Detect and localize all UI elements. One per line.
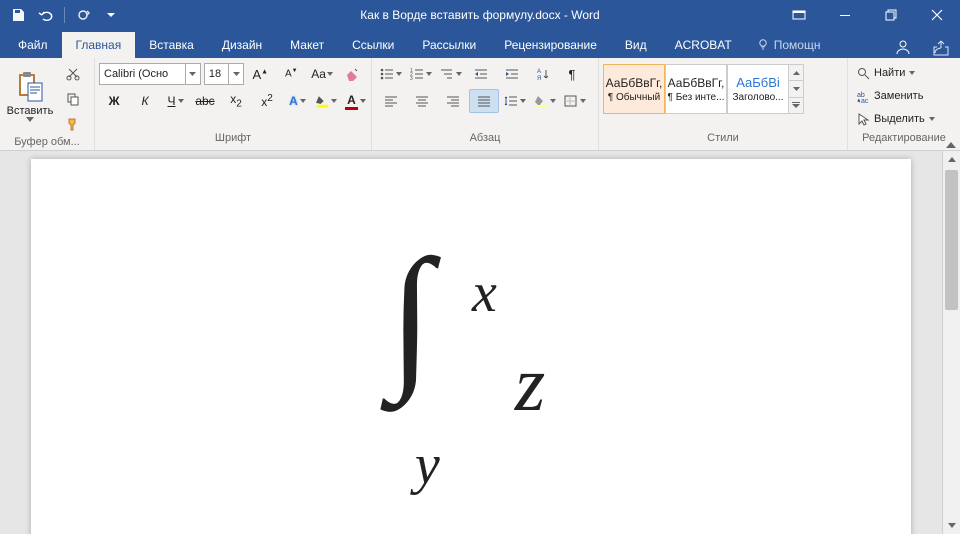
subscript-button[interactable]: x2 bbox=[221, 89, 251, 113]
vertical-scrollbar[interactable] bbox=[942, 151, 960, 534]
tab-mailings[interactable]: Рассылки bbox=[408, 32, 490, 58]
show-marks-button[interactable]: ¶ bbox=[557, 62, 587, 86]
align-center-button[interactable] bbox=[407, 89, 437, 113]
undo-button[interactable] bbox=[34, 3, 58, 27]
group-editing: Найти abac Заменить Выделить Редактирова… bbox=[848, 58, 960, 150]
cursor-icon bbox=[857, 113, 870, 126]
style-normal[interactable]: АаБбВвГг,¶ Обычный bbox=[603, 64, 665, 114]
text-effects-button[interactable]: A bbox=[283, 89, 311, 113]
replace-button[interactable]: abac Заменить bbox=[852, 85, 940, 107]
align-left-button[interactable] bbox=[376, 89, 406, 113]
svg-text:Я: Я bbox=[537, 76, 541, 80]
strikethrough-button[interactable]: abc bbox=[190, 89, 220, 113]
tab-design[interactable]: Дизайн bbox=[208, 32, 276, 58]
replace-icon: abac bbox=[857, 90, 870, 103]
scroll-down-button[interactable] bbox=[943, 517, 960, 534]
bullets-button[interactable] bbox=[376, 62, 405, 86]
line-spacing-button[interactable] bbox=[500, 89, 529, 113]
group-paragraph: 123 AЯ ¶ Абзац bbox=[372, 58, 599, 150]
change-case-button[interactable]: Aa bbox=[307, 62, 336, 86]
scroll-up-button[interactable] bbox=[943, 151, 960, 168]
increase-indent-button[interactable] bbox=[497, 62, 527, 86]
styles-gallery-scroll bbox=[789, 64, 804, 114]
tab-home[interactable]: Главная bbox=[62, 32, 136, 58]
shrink-font-button[interactable]: A▼ bbox=[276, 62, 306, 86]
grow-font-button[interactable]: A▲ bbox=[245, 62, 275, 86]
share-button[interactable] bbox=[930, 36, 952, 58]
highlight-button[interactable] bbox=[312, 89, 340, 113]
minimize-button[interactable] bbox=[822, 0, 868, 30]
copy-button[interactable] bbox=[58, 87, 88, 111]
font-color-button[interactable]: A bbox=[341, 89, 369, 113]
svg-text:ac: ac bbox=[861, 98, 869, 103]
format-painter-button[interactable] bbox=[58, 112, 88, 136]
style-no-spacing[interactable]: АаБбВвГг,¶ Без инте... bbox=[665, 64, 727, 114]
styles-scroll-down[interactable] bbox=[789, 81, 803, 97]
borders-button[interactable] bbox=[560, 89, 589, 113]
tab-layout[interactable]: Макет bbox=[276, 32, 338, 58]
tab-references[interactable]: Ссылки bbox=[338, 32, 408, 58]
scroll-thumb[interactable] bbox=[945, 170, 958, 310]
find-button[interactable]: Найти bbox=[852, 62, 940, 84]
align-right-button[interactable] bbox=[438, 89, 468, 113]
restore-button[interactable] bbox=[868, 0, 914, 30]
style-heading1[interactable]: АаБбВіЗаголово... bbox=[727, 64, 789, 114]
integral-sign: ∫ bbox=[389, 235, 433, 395]
quick-access-toolbar bbox=[0, 3, 123, 27]
document-area: ∫ x y z bbox=[0, 151, 960, 534]
italic-button[interactable]: К bbox=[130, 89, 160, 113]
group-font: Calibri (Осно 18 A▲ A▼ Aa Ж К Ч abc x2 x… bbox=[95, 58, 372, 150]
styles-scroll-up[interactable] bbox=[789, 65, 803, 81]
title-bar: Как в Ворде вставить формулу.docx - Word bbox=[0, 0, 960, 30]
decrease-indent-button[interactable] bbox=[466, 62, 496, 86]
redo-button[interactable] bbox=[71, 3, 95, 27]
scroll-track[interactable] bbox=[943, 168, 960, 517]
justify-button[interactable] bbox=[469, 89, 499, 113]
superscript-button[interactable]: x2 bbox=[252, 89, 282, 113]
font-name-combo[interactable]: Calibri (Осно bbox=[99, 63, 201, 85]
integrand: z bbox=[515, 339, 545, 429]
window-controls bbox=[776, 0, 960, 30]
ribbon: Вставить Буфер обм... Calibri (Осно 18 A… bbox=[0, 58, 960, 151]
group-clipboard: Вставить Буфер обм... bbox=[0, 58, 95, 150]
chevron-down-icon bbox=[26, 117, 34, 122]
integral-lower-bound: y bbox=[415, 433, 440, 497]
search-icon bbox=[857, 67, 870, 80]
account-button[interactable] bbox=[892, 36, 914, 58]
tab-review[interactable]: Рецензирование bbox=[490, 32, 611, 58]
save-button[interactable] bbox=[6, 3, 30, 27]
sort-button[interactable]: AЯ bbox=[528, 62, 556, 86]
styles-expand[interactable] bbox=[789, 98, 803, 113]
ribbon-display-button[interactable] bbox=[776, 0, 822, 30]
multilevel-list-button[interactable] bbox=[436, 62, 465, 86]
bold-button[interactable]: Ж bbox=[99, 89, 129, 113]
lightbulb-icon bbox=[756, 38, 770, 52]
tab-acrobat[interactable]: ACROBAT bbox=[661, 32, 746, 58]
group-styles: АаБбВвГг,¶ Обычный АаБбВвГг,¶ Без инте..… bbox=[599, 58, 848, 150]
tab-insert[interactable]: Вставка bbox=[135, 32, 208, 58]
close-button[interactable] bbox=[914, 0, 960, 30]
qat-customize-button[interactable] bbox=[99, 3, 123, 27]
svg-text:A: A bbox=[537, 69, 541, 75]
select-button[interactable]: Выделить bbox=[852, 108, 940, 130]
tab-view[interactable]: Вид bbox=[611, 32, 661, 58]
qat-separator bbox=[64, 7, 65, 23]
svg-text:3: 3 bbox=[410, 76, 413, 80]
page[interactable]: ∫ x y z bbox=[31, 159, 911, 534]
paste-button[interactable]: Вставить bbox=[4, 60, 56, 130]
equation[interactable]: ∫ x y z bbox=[397, 259, 545, 469]
collapse-ribbon-button[interactable] bbox=[946, 142, 956, 148]
shading-button[interactable] bbox=[530, 89, 559, 113]
underline-button[interactable]: Ч bbox=[161, 89, 189, 113]
clear-formatting-button[interactable] bbox=[337, 62, 367, 86]
numbering-button[interactable]: 123 bbox=[406, 62, 435, 86]
font-size-combo[interactable]: 18 bbox=[204, 63, 244, 85]
tab-file[interactable]: Файл bbox=[4, 32, 62, 58]
clipboard-icon bbox=[16, 71, 44, 103]
ribbon-tabs: Файл Главная Вставка Дизайн Макет Ссылки… bbox=[0, 30, 960, 58]
integral-upper-bound: x bbox=[472, 261, 497, 325]
tell-me-search[interactable]: Помощн bbox=[746, 32, 831, 58]
cut-button[interactable] bbox=[58, 62, 88, 86]
